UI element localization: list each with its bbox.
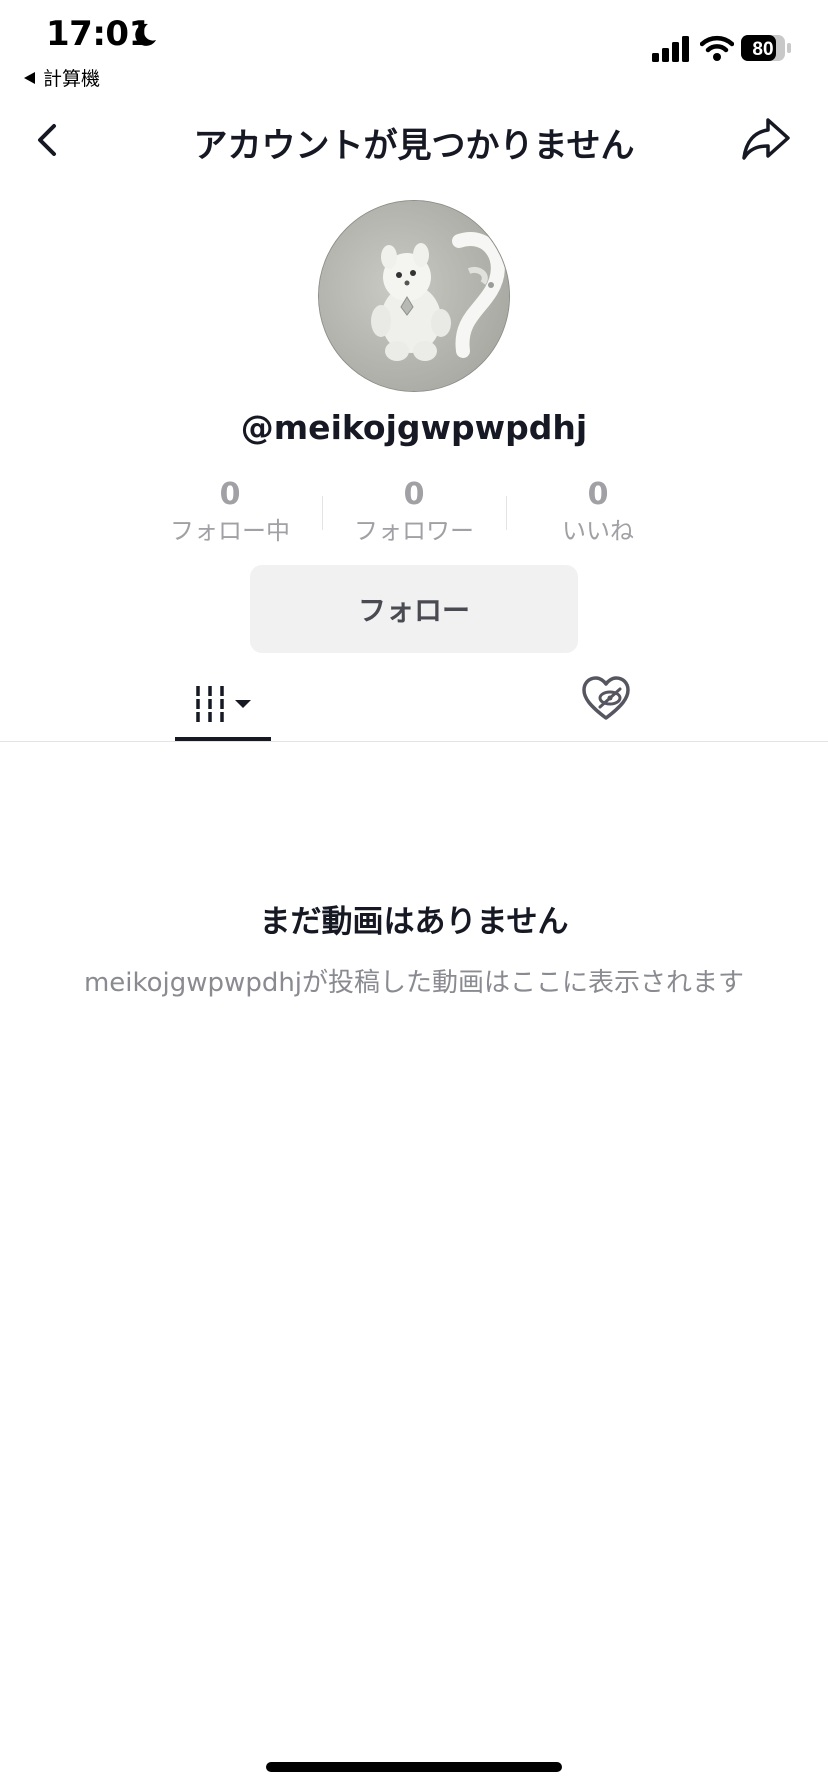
moon-icon	[135, 23, 156, 46]
stat-value: 0	[219, 477, 241, 512]
username: @meikojgwpwpdhj	[240, 408, 588, 447]
chevron-down-icon	[235, 700, 251, 708]
profile-stats: 0 フォロー中 0 フォロワー 0 いいね	[138, 476, 690, 556]
share-icon[interactable]	[740, 114, 792, 164]
battery-icon: 80	[741, 35, 791, 61]
stat-likes[interactable]: 0 いいね	[506, 476, 690, 548]
stat-value: 0	[403, 477, 425, 512]
avatar[interactable]	[318, 200, 510, 392]
navigation-bar: アカウントが見つかりません	[0, 100, 828, 180]
stat-label: いいね	[562, 517, 634, 545]
video-grid-icon	[196, 686, 251, 722]
back-to-app-link[interactable]: 計算機	[24, 64, 100, 91]
cellular-signal-icon	[652, 36, 689, 62]
stat-value: 0	[587, 477, 609, 512]
follow-button[interactable]: フォロー	[250, 565, 578, 653]
stat-label: フォロワー	[354, 517, 474, 545]
stat-followers[interactable]: 0 フォロワー	[322, 476, 506, 548]
stat-following[interactable]: 0 フォロー中	[138, 476, 322, 548]
back-app-label: 計算機	[43, 68, 101, 90]
page-title: アカウントが見つかりません	[193, 126, 635, 166]
avatar-image	[319, 201, 509, 391]
content-tabs	[0, 664, 828, 742]
stat-label: フォロー中	[170, 517, 290, 545]
empty-state-title: まだ動画はありません	[259, 904, 569, 940]
empty-state-subtitle: meikojgwpwpdhjが投稿した動画はここに表示されます	[83, 968, 745, 998]
status-bar: 17:01 計算機 80	[0, 0, 828, 100]
back-triangle-icon	[24, 71, 35, 84]
battery-percent: 80	[752, 39, 773, 60]
tab-videos[interactable]	[175, 664, 271, 742]
hidden-likes-icon[interactable]	[580, 674, 632, 726]
home-indicator[interactable]	[266, 1762, 562, 1772]
wifi-icon	[700, 35, 734, 61]
active-tab-indicator	[175, 737, 271, 741]
